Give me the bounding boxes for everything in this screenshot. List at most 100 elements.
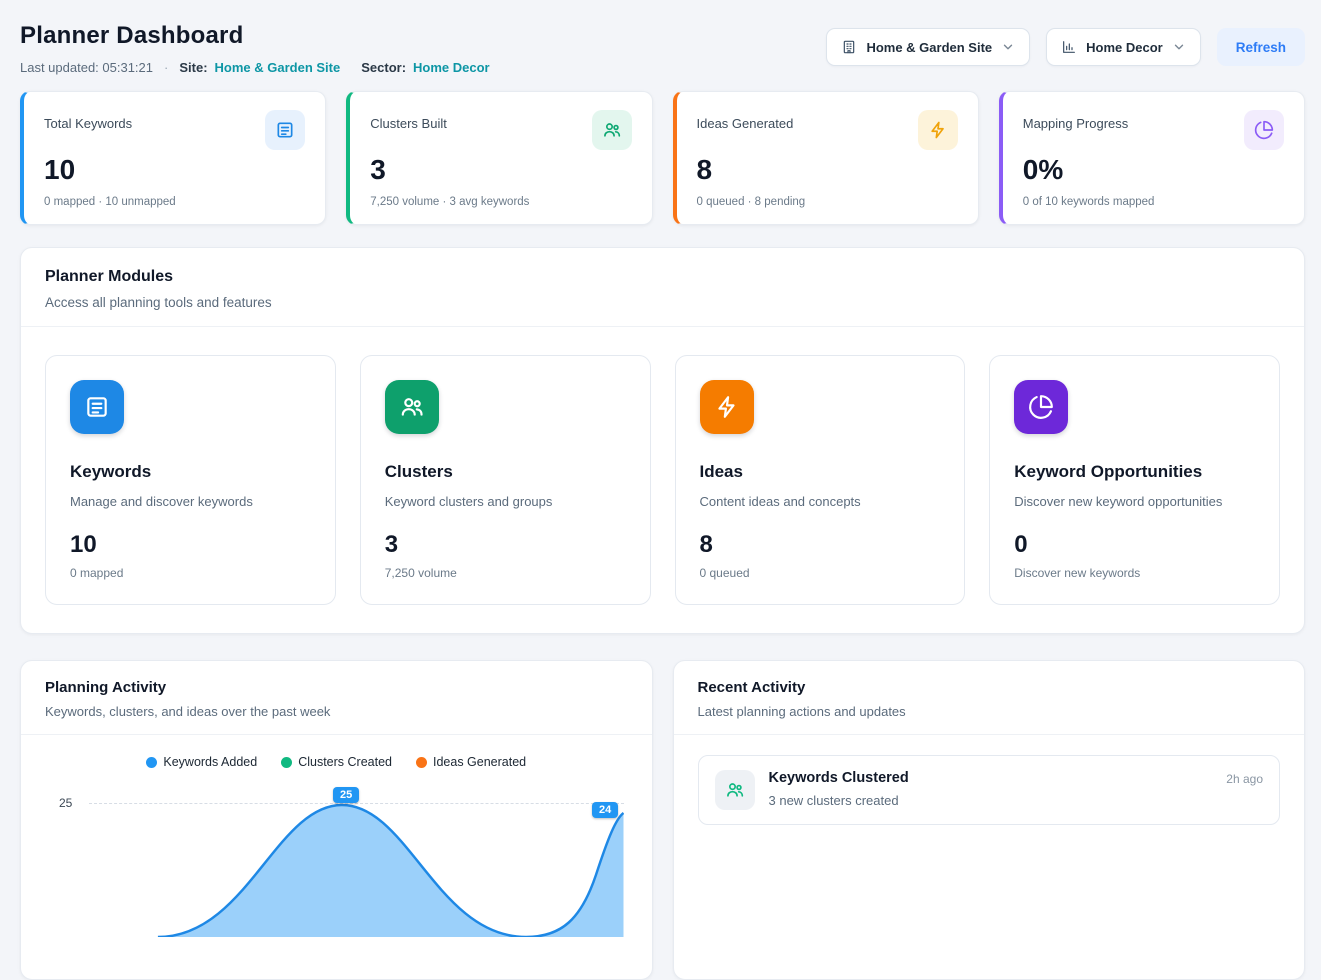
site-selector-label: Home & Garden Site <box>866 40 992 55</box>
users-icon <box>592 110 632 150</box>
module-title: Keywords <box>70 462 311 482</box>
lightning-icon <box>918 110 958 150</box>
planning-activity-title: Planning Activity <box>45 679 628 696</box>
stat-card-ideas-generated: Ideas Generated 8 0 queued · 8 pending <box>673 91 979 225</box>
recent-activity-panel: Recent Activity Latest planning actions … <box>673 660 1306 980</box>
module-caption: 0 mapped <box>70 566 311 580</box>
sector-label: Sector: <box>361 60 406 75</box>
module-caption: Discover new keywords <box>1014 566 1255 580</box>
legend-item-ideas-generated: Ideas Generated <box>416 755 526 769</box>
chevron-down-icon <box>1172 40 1186 54</box>
module-description: Manage and discover keywords <box>70 494 311 509</box>
pie-chart-icon <box>1014 380 1068 434</box>
stat-caption: 7,250 volume · 3 avg keywords <box>370 196 631 208</box>
stat-card-mapping-progress: Mapping Progress 0% 0 of 10 keywords map… <box>999 91 1305 225</box>
legend-item-clusters-created: Clusters Created <box>281 755 392 769</box>
meta-separator: · <box>164 60 168 75</box>
modules-grid: Keywords Manage and discover keywords 10… <box>21 327 1304 633</box>
site-label: Site: <box>179 60 207 75</box>
legend-label: Keywords Added <box>163 755 257 769</box>
stat-label: Total Keywords <box>44 116 132 131</box>
module-card-keyword-opportunities[interactable]: Keyword Opportunities Discover new keywo… <box>989 355 1280 605</box>
module-card-ideas[interactable]: Ideas Content ideas and concepts 8 0 que… <box>675 355 966 605</box>
planner-modules-section: Planner Modules Access all planning tool… <box>20 247 1305 634</box>
stats-row: Total Keywords 10 0 mapped · 10 unmapped… <box>20 91 1305 225</box>
planning-activity-chart: 25 25 24 <box>45 777 628 947</box>
recent-item-description: 3 new clusters created <box>769 793 1213 808</box>
topbar-controls: Home & Garden Site Home Decor Refresh <box>826 28 1305 66</box>
stat-caption: 0 queued · 8 pending <box>697 196 958 208</box>
planning-activity-body: Keywords Added Clusters Created Ideas Ge… <box>21 755 652 947</box>
module-value: 3 <box>385 531 626 559</box>
last-updated-text: Last updated: 05:31:21 <box>20 60 153 75</box>
planning-activity-panel: Planning Activity Keywords, clusters, an… <box>20 660 653 980</box>
legend-dot <box>146 757 157 768</box>
users-icon <box>715 770 755 810</box>
stat-top: Total Keywords <box>44 110 305 150</box>
stat-label: Clusters Built <box>370 116 447 131</box>
module-description: Discover new keyword opportunities <box>1014 494 1255 509</box>
stat-top: Ideas Generated <box>697 110 958 150</box>
stat-label: Ideas Generated <box>697 116 794 131</box>
legend-item-keywords-added: Keywords Added <box>146 755 257 769</box>
module-description: Content ideas and concepts <box>700 494 941 509</box>
building-icon <box>841 39 857 55</box>
site-selector-dropdown[interactable]: Home & Garden Site <box>826 28 1030 66</box>
module-card-keywords[interactable]: Keywords Manage and discover keywords 10… <box>45 355 336 605</box>
document-icon <box>265 110 305 150</box>
planning-activity-subtitle: Keywords, clusters, and ideas over the p… <box>45 704 628 719</box>
planner-dashboard-page: Planner Dashboard Last updated: 05:31:21… <box>0 0 1321 980</box>
chart-legend: Keywords Added Clusters Created Ideas Ge… <box>45 755 628 769</box>
topbar: Planner Dashboard Last updated: 05:31:21… <box>20 14 1305 75</box>
module-caption: 7,250 volume <box>385 566 626 580</box>
pie-chart-icon <box>1244 110 1284 150</box>
stat-top: Mapping Progress <box>1023 110 1284 150</box>
stat-card-total-keywords: Total Keywords 10 0 mapped · 10 unmapped <box>20 91 326 225</box>
recent-activity-list: Keywords Clustered 3 new clusters create… <box>674 735 1305 845</box>
stat-value: 8 <box>697 154 958 186</box>
stat-value: 10 <box>44 154 305 186</box>
module-value: 0 <box>1014 531 1255 559</box>
lightning-icon <box>700 380 754 434</box>
meta-line: Last updated: 05:31:21 · Site: Home & Ga… <box>20 60 490 75</box>
legend-dot <box>281 757 292 768</box>
module-card-clusters[interactable]: Clusters Keyword clusters and groups 3 7… <box>360 355 651 605</box>
stat-card-clusters-built: Clusters Built 3 7,250 volume · 3 avg ke… <box>346 91 652 225</box>
stat-value: 3 <box>370 154 631 186</box>
stat-label: Mapping Progress <box>1023 116 1129 131</box>
sector-link[interactable]: Home Decor <box>413 60 490 75</box>
recent-item-timestamp: 2h ago <box>1226 772 1263 786</box>
module-description: Keyword clusters and groups <box>385 494 626 509</box>
legend-dot <box>416 757 427 768</box>
legend-label: Clusters Created <box>298 755 392 769</box>
y-axis-tick: 25 <box>59 796 72 810</box>
sector-selector-label: Home Decor <box>1086 40 1163 55</box>
site-link[interactable]: Home & Garden Site <box>215 60 341 75</box>
module-caption: 0 queued <box>700 566 941 580</box>
legend-label: Ideas Generated <box>433 755 526 769</box>
module-value: 10 <box>70 531 311 559</box>
module-value: 8 <box>700 531 941 559</box>
recent-activity-item: Keywords Clustered 3 new clusters create… <box>698 755 1281 825</box>
topbar-left: Planner Dashboard Last updated: 05:31:21… <box>20 14 490 75</box>
bar-chart-icon <box>1061 39 1077 55</box>
chevron-down-icon <box>1001 40 1015 54</box>
module-title: Clusters <box>385 462 626 482</box>
stat-caption: 0 mapped · 10 unmapped <box>44 196 305 208</box>
module-title: Ideas <box>700 462 941 482</box>
document-icon <box>70 380 124 434</box>
recent-activity-header: Recent Activity Latest planning actions … <box>674 661 1305 735</box>
module-title: Keyword Opportunities <box>1014 462 1255 482</box>
recent-item-body: Keywords Clustered 3 new clusters create… <box>769 770 1213 808</box>
modules-title: Planner Modules <box>45 268 1280 286</box>
refresh-button[interactable]: Refresh <box>1217 28 1305 66</box>
sector-selector-dropdown[interactable]: Home Decor <box>1046 28 1201 66</box>
recent-activity-subtitle: Latest planning actions and updates <box>698 704 1281 719</box>
recent-item-title: Keywords Clustered <box>769 770 1213 786</box>
bottom-row: Planning Activity Keywords, clusters, an… <box>20 660 1305 980</box>
stat-top: Clusters Built <box>370 110 631 150</box>
stat-caption: 0 of 10 keywords mapped <box>1023 196 1284 208</box>
page-title: Planner Dashboard <box>20 22 490 50</box>
point-label: 24 <box>592 802 618 818</box>
modules-header: Planner Modules Access all planning tool… <box>21 248 1304 327</box>
